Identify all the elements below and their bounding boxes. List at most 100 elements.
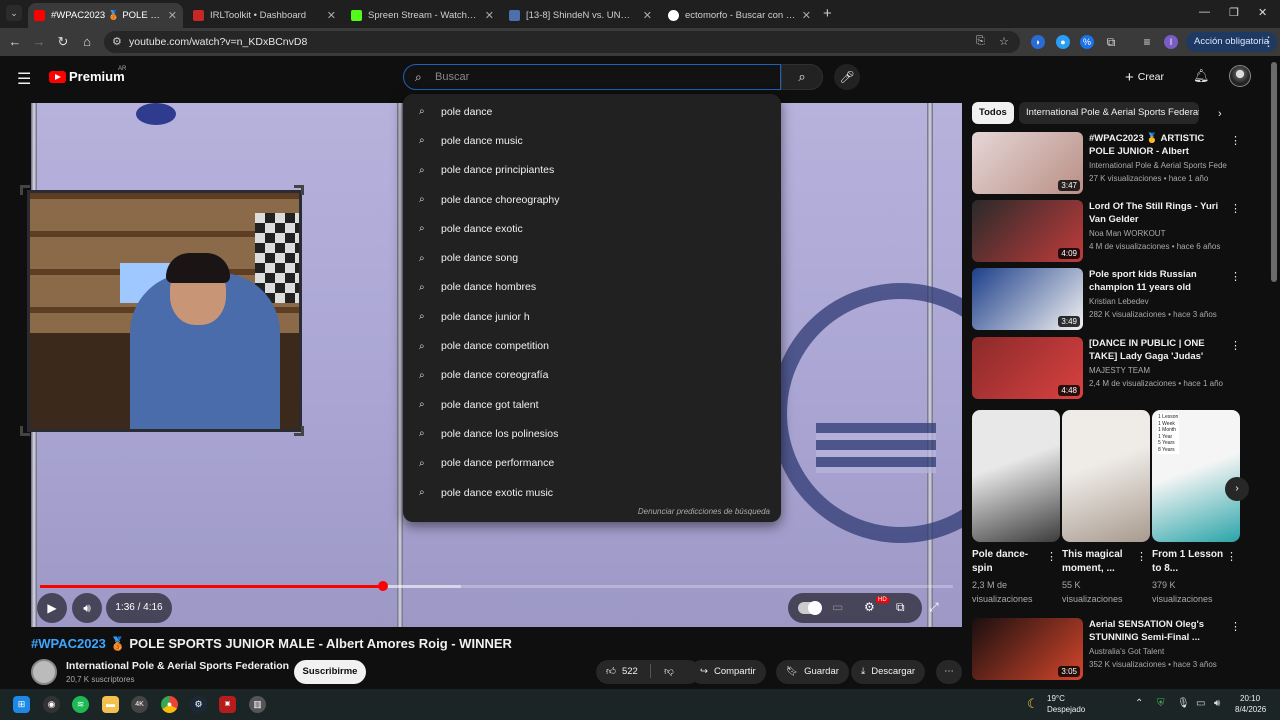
suggestion-item[interactable]: ⌕ pole dance exotic: [403, 214, 781, 243]
suggestion-item[interactable]: ⌕ pole dance junior h: [403, 302, 781, 331]
back-icon[interactable]: ←: [7, 34, 23, 49]
browser-tab-youtube[interactable]: #WPAC2023 🥉 POLE SPORTS JUNIOR MALE ✕: [28, 3, 183, 28]
suggestion-item[interactable]: ⌕ pole dance music: [403, 126, 781, 155]
settings-gear-icon[interactable]: ⚙: [864, 600, 875, 614]
chevron-right-icon[interactable]: ›: [1218, 108, 1222, 120]
volume-button[interactable]: 🔊︎: [72, 593, 102, 623]
suggestion-item[interactable]: ⌕ pole dance exotic music: [403, 478, 781, 507]
short-title[interactable]: Pole dance-spin: [972, 548, 1044, 576]
weather-description[interactable]: Despejado: [1047, 705, 1085, 714]
clock-date[interactable]: 8/4/2026: [1235, 705, 1266, 714]
voice-search-button[interactable]: 🎤︎: [834, 64, 860, 90]
4k-app-icon[interactable]: 4K: [131, 696, 148, 713]
chrome-icon[interactable]: ●: [161, 696, 178, 713]
more-vertical-icon[interactable]: ⋮: [1230, 202, 1241, 215]
short-thumbnail[interactable]: 1 Lesson 1 Week 1 Month 1 Year 5 Years 8…: [1152, 410, 1240, 542]
extension-icon[interactable]: ●: [1056, 35, 1070, 49]
video-thumbnail[interactable]: 4:09: [972, 200, 1083, 262]
more-vertical-icon[interactable]: ⋮: [1136, 550, 1147, 563]
recommendation-item[interactable]: 4:09 Lord Of The Still Rings - Yuri Van …: [972, 200, 1242, 264]
browser-tab-match[interactable]: [13-8] ShindeN vs. UNO MILLER ✕: [503, 3, 658, 28]
suggestion-item[interactable]: ⌕ pole dance choreography: [403, 185, 781, 214]
short-item[interactable]: Pole dance-spin 2,3 M de visualizaciones…: [972, 410, 1060, 604]
chip-channel[interactable]: International Pole & Aerial Sports Feder…: [1019, 102, 1199, 124]
bookmark-star-icon[interactable]: ☆: [999, 35, 1009, 48]
save-button[interactable]: 🔖︎ Guardar: [776, 660, 849, 684]
more-vertical-icon[interactable]: ⋮: [1230, 339, 1241, 352]
download-button[interactable]: ⤓ Descargar: [851, 660, 926, 684]
youtube-premium-logo[interactable]: Premium: [49, 69, 125, 84]
recommendation-item[interactable]: 3:49 Pole sport kids Russian champion 11…: [972, 268, 1242, 332]
more-vertical-icon[interactable]: ⋮: [1230, 270, 1241, 283]
notifications-bell-icon[interactable]: 🔔︎: [1193, 68, 1210, 84]
profile-avatar-icon[interactable]: I: [1164, 35, 1178, 49]
app-icon[interactable]: ▥: [249, 696, 266, 713]
app-icon[interactable]: ▣: [219, 696, 236, 713]
security-icon[interactable]: ⛨: [1157, 698, 1165, 709]
guide-menu-icon[interactable]: ☰: [17, 69, 31, 89]
recommendation-channel[interactable]: MAJESTY TEAM: [1089, 366, 1227, 375]
short-title[interactable]: This magical moment, ...: [1062, 548, 1134, 576]
chevron-up-icon[interactable]: ⌃: [1135, 698, 1143, 709]
recommendation-title[interactable]: [DANCE IN PUBLIC | ONE TAKE] Lady Gaga '…: [1089, 337, 1227, 363]
more-vertical-icon[interactable]: ⋮: [1046, 550, 1057, 563]
account-avatar[interactable]: [1229, 65, 1251, 87]
recommendation-title[interactable]: Aerial SENSATION Oleg's STUNNING Semi-Fi…: [1089, 618, 1227, 644]
video-thumbnail[interactable]: 3:47: [972, 132, 1083, 194]
recommendation-channel[interactable]: International Pole & Aerial Sports Feder…: [1089, 161, 1227, 170]
browser-tab-irltoolkit[interactable]: IRLToolkit • Dashboard ✕: [187, 3, 342, 28]
miniplayer-icon[interactable]: ⧉: [896, 600, 905, 615]
extension-icon[interactable]: ◗: [1031, 35, 1045, 49]
spotify-icon[interactable]: ≋: [72, 696, 89, 713]
suggestion-item[interactable]: ⌕ pole dance hombres: [403, 273, 781, 302]
video-progress-bar[interactable]: [40, 581, 953, 591]
install-app-icon[interactable]: ⎘: [976, 35, 985, 48]
weather-temperature[interactable]: 19°C: [1047, 694, 1065, 703]
shorts-next-button[interactable]: ›: [1225, 477, 1249, 501]
obs-icon[interactable]: ◉: [43, 696, 60, 713]
home-icon[interactable]: ⌂: [79, 34, 95, 49]
suggestion-item[interactable]: ⌕ pole dance principiantes: [403, 156, 781, 185]
like-button[interactable]: 👍︎ 522: [606, 666, 638, 677]
suggestion-item[interactable]: ⌕ pole dance performance: [403, 449, 781, 478]
tab-close-icon[interactable]: ✕: [168, 9, 177, 22]
weather-moon-icon[interactable]: ☾: [1027, 696, 1039, 712]
report-predictions-link[interactable]: Denunciar predicciones de búsqueda: [638, 507, 770, 516]
tab-close-icon[interactable]: ✕: [643, 9, 652, 22]
site-info-icon[interactable]: ⚙: [112, 35, 122, 48]
window-close-icon[interactable]: ✕: [1258, 6, 1267, 19]
recommendation-item[interactable]: 3:05 Aerial SENSATION Oleg's STUNNING Se…: [972, 618, 1242, 682]
chip-all[interactable]: Todos: [972, 102, 1014, 124]
autoplay-toggle[interactable]: [798, 601, 822, 615]
suggestion-item[interactable]: ⌕ pole dance song: [403, 243, 781, 272]
more-vertical-icon[interactable]: ⋮: [1226, 550, 1237, 563]
tab-close-icon[interactable]: ✕: [802, 9, 811, 22]
short-thumbnail[interactable]: [972, 410, 1060, 542]
tab-search-button[interactable]: ⌄: [6, 5, 22, 21]
reload-icon[interactable]: ↻: [55, 34, 71, 50]
share-button[interactable]: ↪ Compartir: [690, 660, 766, 684]
browser-tab-google[interactable]: ectomorfo - Buscar con Google ✕: [662, 3, 817, 28]
more-vertical-icon[interactable]: ⋮: [1230, 620, 1241, 633]
browser-tab-kick[interactable]: Spreen Stream - Watch Live on Kick ✕: [345, 3, 500, 28]
recommendation-channel[interactable]: Australia's Got Talent: [1089, 647, 1227, 656]
recommendation-channel[interactable]: Kristian Lebedev: [1089, 297, 1227, 306]
forward-icon[interactable]: →: [31, 34, 47, 49]
suggestion-item[interactable]: ⌕ pole dance competition: [403, 331, 781, 360]
extensions-puzzle-icon[interactable]: ⧉: [1104, 35, 1118, 49]
volume-icon[interactable]: 🔊︎: [1214, 698, 1220, 709]
dislike-button[interactable]: 👎︎: [664, 666, 674, 677]
steam-icon[interactable]: ⚙: [190, 696, 207, 713]
microphone-icon[interactable]: 🎙︎: [1177, 698, 1190, 709]
new-tab-button[interactable]: +: [823, 5, 832, 22]
subscribe-button[interactable]: Suscribirme: [294, 660, 366, 684]
browser-menu-icon[interactable]: ⋮: [1262, 34, 1275, 50]
suggestion-item[interactable]: ⌕ pole dance coreografía: [403, 361, 781, 390]
channel-avatar[interactable]: [31, 659, 57, 685]
more-vertical-icon[interactable]: ⋮: [1230, 134, 1241, 147]
address-bar[interactable]: ⚙ youtube.com/watch?v=n_KDxBCnvD8 ⎘ ☆: [104, 31, 1020, 53]
search-input[interactable]: [435, 65, 765, 89]
suggestion-item[interactable]: ⌕ pole dance: [403, 97, 781, 126]
recommendation-item[interactable]: 3:47 #WPAC2023 🥇 ARTISTIC POLE JUNIOR - …: [972, 132, 1242, 196]
short-title[interactable]: From 1 Lesson to 8...: [1152, 548, 1224, 576]
